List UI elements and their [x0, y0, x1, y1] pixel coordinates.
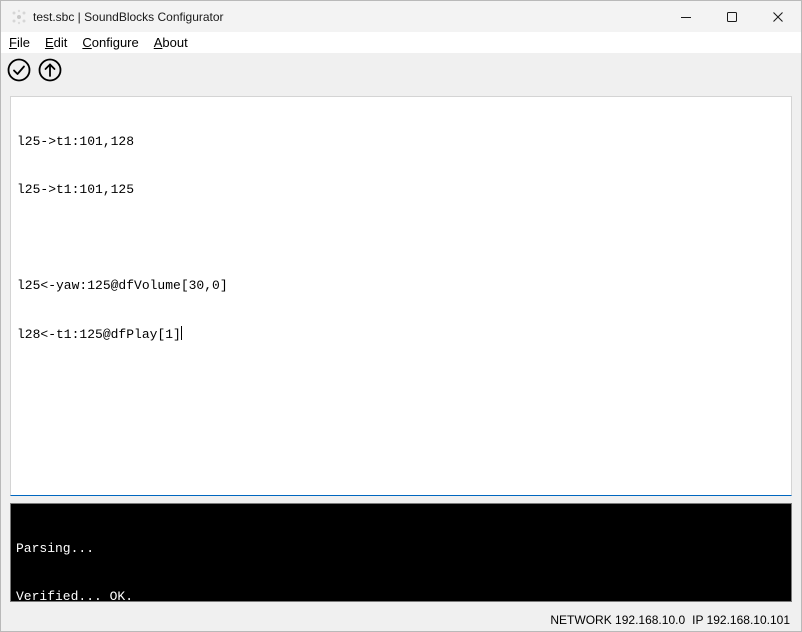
caption-buttons: [663, 1, 801, 32]
window-title: test.sbc | SoundBlocks Configurator: [33, 9, 224, 24]
console-line: Parsing...: [16, 541, 95, 556]
maximize-button[interactable]: [709, 1, 755, 32]
verify-check-icon: [7, 58, 31, 82]
menu-about[interactable]: About: [146, 32, 194, 53]
menu-configure-label: onfigure: [91, 35, 139, 50]
editor-content: l25->t1:101,128 l25->t1:101,125 l25<-yaw…: [17, 102, 228, 374]
editor-line-text: l28<-t1:125@dfPlay[1]: [17, 327, 181, 342]
text-caret: [180, 326, 182, 340]
maximize-icon: [727, 11, 737, 22]
menu-file-accel: F: [9, 35, 17, 50]
editor-line: l25<-yaw:125@dfVolume[30,0]: [17, 278, 228, 293]
title-bar[interactable]: test.sbc | SoundBlocks Configurator: [1, 1, 801, 32]
status-ip: IP 192.168.10.101: [692, 613, 790, 627]
close-button[interactable]: [755, 1, 801, 32]
app-window: test.sbc | SoundBlocks Configurator File…: [0, 0, 802, 632]
menu-configure[interactable]: Configure: [74, 32, 144, 53]
status-network: NETWORK 192.168.10.0: [550, 613, 686, 627]
toolbar: [1, 53, 801, 87]
script-editor[interactable]: l25->t1:101,128 l25->t1:101,125 l25<-yaw…: [10, 96, 792, 496]
editor-line: l25->t1:101,125: [17, 182, 135, 197]
menu-edit[interactable]: Edit: [37, 32, 73, 53]
status-bar: NETWORK 192.168.10.0 IP 192.168.10.101: [1, 609, 801, 631]
editor-line: l25->t1:101,128: [17, 134, 135, 149]
menu-edit-label: dit: [53, 35, 68, 50]
menu-about-label: bout: [162, 35, 188, 50]
editor-line-current: l28<-t1:125@dfPlay[1]: [17, 326, 228, 342]
output-console[interactable]: Parsing... Verified... OK.: [10, 503, 792, 604]
verify-button[interactable]: [7, 58, 31, 82]
menu-configure-accel: C: [82, 35, 92, 50]
app-icon: [11, 9, 27, 25]
menu-file[interactable]: File: [1, 32, 36, 53]
menu-file-label: ile: [16, 35, 30, 50]
minimize-button[interactable]: [663, 1, 709, 32]
minimize-icon: [681, 16, 691, 18]
menu-bar: File Edit Configure About: [1, 32, 801, 53]
console-line: Verified... OK.: [16, 589, 134, 604]
upload-button[interactable]: [38, 58, 62, 82]
menu-edit-accel: E: [44, 35, 54, 50]
close-icon: [773, 11, 783, 22]
upload-arrow-icon: [38, 58, 62, 82]
